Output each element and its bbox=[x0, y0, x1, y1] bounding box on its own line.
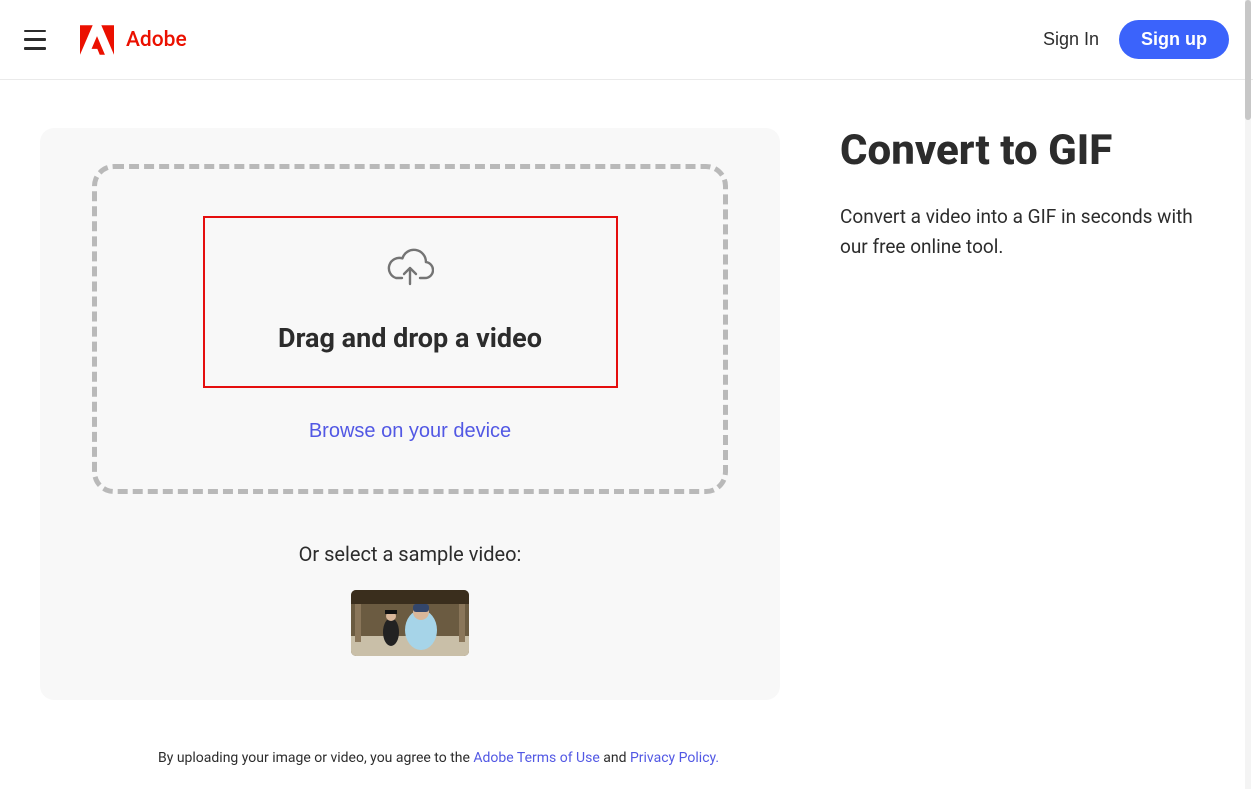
dropzone[interactable]: Drag and drop a video Browse on your dev… bbox=[92, 164, 728, 494]
cloud-upload-icon bbox=[386, 248, 434, 290]
privacy-policy-link[interactable]: Privacy Policy. bbox=[630, 750, 719, 766]
sample-video-thumbnail[interactable] bbox=[351, 590, 469, 656]
scrollbar[interactable] bbox=[1245, 0, 1251, 789]
header-right: Sign In Sign up bbox=[1043, 20, 1229, 59]
browse-device-link[interactable]: Browse on your device bbox=[309, 420, 511, 443]
sample-label: Or select a sample video: bbox=[299, 542, 522, 566]
legal-prefix: By uploading your image or video, you ag… bbox=[158, 750, 473, 766]
legal-text: By uploading your image or video, you ag… bbox=[158, 750, 719, 766]
drag-drop-text: Drag and drop a video bbox=[278, 322, 542, 354]
info-panel: Convert to GIF Convert a video into a GI… bbox=[840, 128, 1223, 700]
dropzone-highlight: Drag and drop a video bbox=[203, 216, 618, 388]
page-title: Convert to GIF bbox=[840, 128, 1223, 174]
page-subtitle: Convert a video into a GIF in seconds wi… bbox=[840, 202, 1210, 261]
sign-in-button[interactable]: Sign In bbox=[1043, 29, 1099, 50]
brand-name: Adobe bbox=[126, 28, 187, 52]
header: Adobe Sign In Sign up bbox=[0, 0, 1253, 80]
brand-logo[interactable]: Adobe bbox=[80, 25, 187, 55]
hamburger-menu-icon[interactable] bbox=[24, 30, 46, 50]
main-content: Drag and drop a video Browse on your dev… bbox=[0, 80, 1253, 700]
terms-of-use-link[interactable]: Adobe Terms of Use bbox=[473, 750, 599, 766]
scrollbar-thumb[interactable] bbox=[1245, 0, 1251, 120]
upload-panel: Drag and drop a video Browse on your dev… bbox=[40, 128, 780, 700]
adobe-logo-icon bbox=[80, 25, 114, 55]
legal-mid: and bbox=[600, 750, 630, 766]
header-left: Adobe bbox=[24, 25, 187, 55]
sample-section: Or select a sample video: bbox=[299, 542, 522, 660]
sign-up-button[interactable]: Sign up bbox=[1119, 20, 1229, 59]
